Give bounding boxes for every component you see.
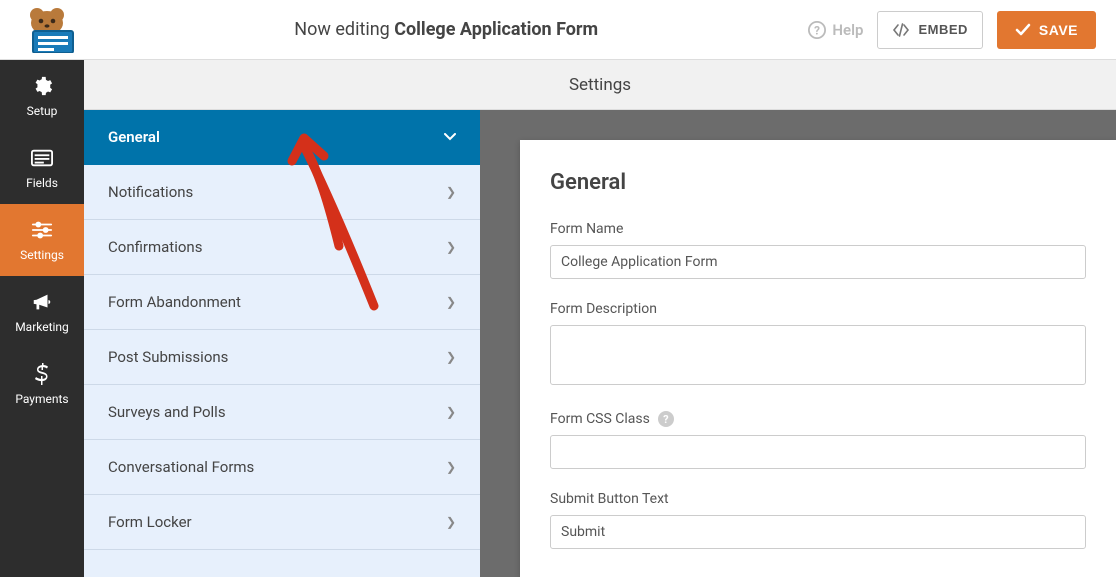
form-name-label: Form Name	[550, 221, 1086, 237]
editing-prefix: Now editing	[294, 19, 394, 40]
form-name-input[interactable]	[550, 245, 1086, 279]
help-label: Help	[832, 21, 863, 39]
form-panel-container: General Form Name Form Description Form …	[480, 110, 1116, 577]
top-bar: Now editing College Application Form ? H…	[0, 0, 1116, 60]
nav-label: Payments	[15, 392, 68, 406]
gear-icon	[31, 74, 53, 98]
settings-item-form-abandonment[interactable]: Form Abandonment ❯	[84, 275, 480, 330]
embed-icon	[892, 23, 910, 37]
settings-item-conversational-forms[interactable]: Conversational Forms ❯	[84, 440, 480, 495]
settings-item-label: Conversational Forms	[108, 458, 254, 476]
settings-item-label: Surveys and Polls	[108, 403, 226, 421]
left-nav: Setup Fields Settings Marketing Payments	[0, 60, 84, 577]
chevron-right-icon: ❯	[446, 240, 456, 254]
chevron-right-icon: ❯	[446, 295, 456, 309]
settings-item-label: Confirmations	[108, 238, 202, 256]
settings-item-post-submissions[interactable]: Post Submissions ❯	[84, 330, 480, 385]
general-settings-panel: General Form Name Form Description Form …	[520, 140, 1116, 577]
submit-text-input[interactable]	[550, 515, 1086, 549]
nav-setup[interactable]: Setup	[0, 60, 84, 132]
list-icon	[31, 146, 53, 170]
settings-subarea: Settings General Notifications ❯ Confirm…	[84, 60, 1116, 577]
help-link[interactable]: ? Help	[808, 21, 863, 39]
main-area: Setup Fields Settings Marketing Payments	[0, 60, 1116, 577]
form-description-label: Form Description	[550, 301, 1086, 317]
nav-fields[interactable]: Fields	[0, 132, 84, 204]
bullhorn-icon	[31, 290, 53, 314]
form-css-label-text: Form CSS Class	[550, 411, 650, 427]
nav-payments[interactable]: Payments	[0, 348, 84, 420]
field-submit-button-text: Submit Button Text	[550, 491, 1086, 549]
settings-item-notifications[interactable]: Notifications ❯	[84, 165, 480, 220]
wpforms-logo-icon	[19, 7, 75, 53]
dollar-icon	[34, 362, 50, 386]
nav-label: Fields	[26, 176, 58, 190]
settings-item-label: Form Locker	[108, 513, 192, 531]
settings-item-general[interactable]: General	[84, 110, 480, 165]
form-css-label: Form CSS Class ?	[550, 411, 1086, 427]
chevron-right-icon: ❯	[446, 460, 456, 474]
editing-form-name: College Application Form	[394, 19, 598, 40]
embed-label: EMBED	[918, 22, 967, 37]
settings-body: General Notifications ❯ Confirmations ❯ …	[84, 110, 1116, 577]
settings-item-label: Post Submissions	[108, 348, 228, 366]
chevron-down-icon	[444, 130, 456, 144]
form-description-input[interactable]	[550, 325, 1086, 385]
help-icon: ?	[808, 21, 826, 39]
check-icon	[1015, 23, 1031, 37]
nav-marketing[interactable]: Marketing	[0, 276, 84, 348]
field-form-description: Form Description	[550, 301, 1086, 389]
editing-title: Now editing College Application Form	[84, 19, 808, 40]
svg-text:?: ?	[815, 23, 821, 37]
settings-item-confirmations[interactable]: Confirmations ❯	[84, 220, 480, 275]
field-form-css-class: Form CSS Class ?	[550, 411, 1086, 469]
settings-item-label: Notifications	[108, 183, 193, 201]
save-label: SAVE	[1039, 22, 1078, 38]
settings-item-form-locker[interactable]: Form Locker ❯	[84, 495, 480, 550]
panel-heading: General	[550, 170, 1086, 195]
topbar-actions: ? Help EMBED SAVE	[808, 11, 1096, 49]
help-tooltip-icon[interactable]: ?	[658, 411, 674, 427]
settings-subheader: Settings	[84, 60, 1116, 110]
nav-label: Settings	[20, 248, 64, 262]
chevron-right-icon: ❯	[446, 405, 456, 419]
settings-item-label: General	[108, 128, 160, 146]
field-form-name: Form Name	[550, 221, 1086, 279]
sliders-icon	[31, 218, 53, 242]
chevron-right-icon: ❯	[446, 350, 456, 364]
settings-item-surveys-polls[interactable]: Surveys and Polls ❯	[84, 385, 480, 440]
nav-settings[interactable]: Settings	[0, 204, 84, 276]
subheader-title: Settings	[569, 75, 631, 95]
settings-item-label: Form Abandonment	[108, 293, 241, 311]
nav-label: Setup	[27, 104, 58, 118]
submit-text-label: Submit Button Text	[550, 491, 1086, 507]
chevron-right-icon: ❯	[446, 185, 456, 199]
embed-button[interactable]: EMBED	[877, 11, 982, 49]
app-logo	[10, 7, 84, 53]
form-css-input[interactable]	[550, 435, 1086, 469]
nav-label: Marketing	[15, 320, 69, 334]
chevron-right-icon: ❯	[446, 515, 456, 529]
save-button[interactable]: SAVE	[997, 11, 1096, 49]
settings-menu: General Notifications ❯ Confirmations ❯ …	[84, 110, 480, 577]
